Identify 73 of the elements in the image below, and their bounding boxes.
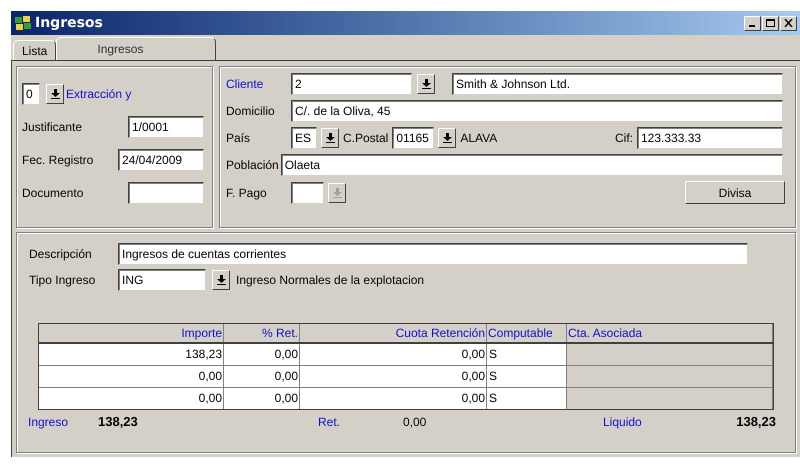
- dropdown-button[interactable]: [46, 84, 64, 104]
- minimize-button[interactable]: [744, 16, 761, 30]
- table-cell: S: [487, 344, 567, 365]
- dropdown-button[interactable]: [321, 128, 339, 148]
- tab[interactable]: Ingresos: [56, 37, 216, 60]
- field-label: Cliente: [226, 76, 264, 93]
- dropdown-button[interactable]: [212, 270, 230, 290]
- input-field[interactable]: [291, 182, 324, 204]
- input-field[interactable]: ES: [291, 127, 317, 149]
- total-value: 0,00: [403, 414, 428, 431]
- app-icon: [14, 15, 32, 31]
- table-cell: 0,00: [224, 344, 300, 365]
- column-header: Cuota Retención: [300, 324, 487, 342]
- field-label: C.Postal: [343, 130, 388, 147]
- field-label: ALAVA: [460, 130, 498, 147]
- down-arrow-icon: [332, 188, 342, 198]
- field-label: Extracción y: [66, 86, 132, 103]
- field-label: Población: [226, 157, 279, 174]
- field-label: Domicilio: [226, 103, 276, 120]
- input-field[interactable]: ING: [118, 269, 206, 291]
- column-header: % Ret.: [224, 324, 300, 342]
- table-cell: 0,00: [300, 388, 487, 409]
- down-arrow-icon: [442, 133, 452, 143]
- input-field[interactable]: 123.333.33: [637, 127, 783, 149]
- down-arrow-icon: [50, 89, 60, 99]
- input-field[interactable]: Ingresos de cuentas corrientes: [118, 243, 748, 265]
- input-field[interactable]: C/. de la Oliva, 45: [291, 100, 783, 122]
- dropdown-button[interactable]: [417, 74, 435, 94]
- field-label: Cif:: [615, 130, 633, 147]
- field-label: Ingreso: [28, 414, 70, 431]
- input-field[interactable]: Olaeta: [280, 154, 783, 176]
- total-value: 138,23: [736, 413, 776, 431]
- input-field[interactable]: 1/0001: [128, 116, 204, 138]
- table-cell: 138,23: [39, 344, 224, 365]
- field-label: Ret.: [318, 414, 342, 431]
- field-label: F. Pago: [226, 184, 268, 202]
- field-label: Fec. Registro: [22, 152, 94, 169]
- input-field[interactable]: 2: [291, 73, 412, 95]
- table-cell: 0,00: [300, 344, 487, 365]
- table-cell: 0,00: [300, 366, 487, 387]
- input-field[interactable]: 0: [22, 83, 40, 105]
- column-header: Cta. Asociada: [567, 324, 773, 342]
- window-title: Ingresos: [35, 14, 103, 32]
- field-label: Liquido: [603, 414, 642, 431]
- dropdown-button[interactable]: [438, 128, 456, 148]
- field-label: Tipo Ingreso: [28, 272, 96, 289]
- field-label: Justificante: [22, 119, 82, 136]
- tab[interactable]: Lista: [13, 40, 56, 60]
- table-cell: 0,00: [224, 388, 300, 409]
- divisa-button[interactable]: Divisa: [685, 181, 785, 204]
- total-value: 138,23: [98, 413, 139, 431]
- table-cell: 0,00: [39, 366, 224, 387]
- column-header: Importe: [39, 324, 224, 342]
- table-cell: 0,00: [224, 366, 300, 387]
- maximize-icon: [766, 19, 775, 27]
- field-label: Ingreso Normales de la explotacion: [236, 272, 424, 289]
- down-arrow-icon: [422, 79, 430, 89]
- input-field[interactable]: 24/04/2009: [118, 149, 204, 171]
- column-header: Computable: [487, 324, 567, 342]
- close-button[interactable]: [780, 16, 797, 30]
- down-arrow-icon: [216, 275, 226, 285]
- down-arrow-icon: [326, 133, 334, 143]
- maximize-button[interactable]: [762, 16, 779, 30]
- table-cell: 0,00: [39, 388, 224, 409]
- close-icon: [784, 19, 793, 27]
- field-label: País: [226, 130, 252, 147]
- input-field[interactable]: [128, 182, 204, 204]
- table-cell: S: [487, 388, 567, 409]
- field-label: Documento: [22, 185, 84, 202]
- field-label: Descripción: [28, 246, 93, 263]
- input-field[interactable]: Smith & Johnson Ltd.: [452, 73, 783, 95]
- input-field[interactable]: 01165: [392, 127, 434, 149]
- table-cell: S: [487, 366, 567, 387]
